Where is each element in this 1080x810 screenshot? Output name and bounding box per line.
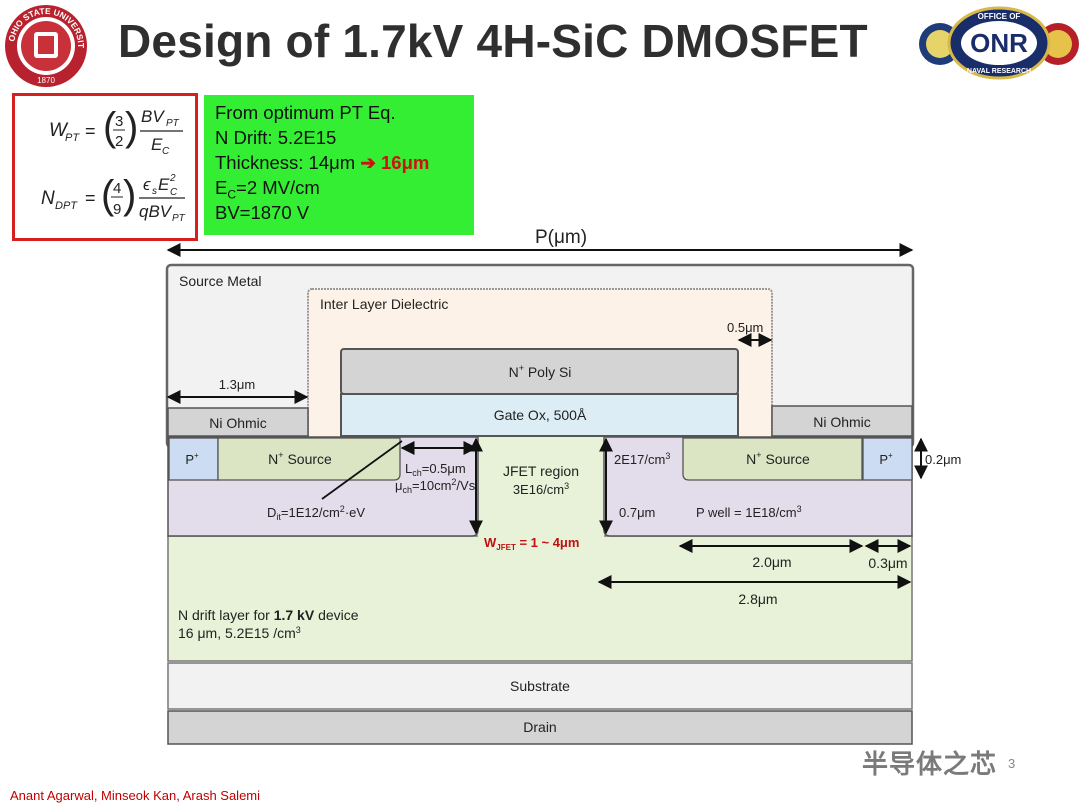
n-plus-source-left-label: N+ Source <box>268 450 332 467</box>
drain-label: Drain <box>523 719 556 735</box>
dim-2-8-label: 2.8μm <box>738 591 777 607</box>
dim-0-3-label: 0.3μm <box>868 555 907 571</box>
ild-width-label: 0.5μm <box>727 320 763 335</box>
drift-label-line-2: 16 μm, 5.2E15 /cm3 <box>178 625 301 641</box>
poly-si-label: N+ Poly Si <box>509 363 572 380</box>
drift-label-line-1: N drift layer for 1.7 kV device <box>178 607 359 623</box>
footer-authors: Anant Agarwal, Minseok Kan, Arash Salemi <box>10 788 261 803</box>
pitch-label: P(μm) <box>535 227 587 248</box>
ild-label: Inter Layer Dielectric <box>320 296 448 312</box>
dmosfet-cross-section: P(μm) Source Metal Inter Layer Dielectri… <box>165 227 961 745</box>
source-depth-label: 0.2μm <box>925 452 961 467</box>
n-plus-source-right-label: N+ Source <box>746 450 810 467</box>
pwell-doping-label: P well = 1E18/cm3 <box>696 504 802 520</box>
jfet-doping-label: 3E16/cm3 <box>513 481 569 497</box>
wechat-watermark: 半导体之芯 <box>862 749 998 779</box>
page-number: 3 <box>1008 756 1016 771</box>
jfet-side-doping-label: 2E17/cm3 <box>614 451 670 467</box>
pwell-depth-label: 0.7μm <box>619 505 655 520</box>
substrate-label: Substrate <box>510 678 570 694</box>
ni-ohmic-right-label: Ni Ohmic <box>813 414 871 430</box>
jfet-region-label: JFET region <box>503 463 579 479</box>
dim-2-0-label: 2.0μm <box>752 554 791 570</box>
gate-oxide-label: Gate Ox, 500Å <box>494 407 587 423</box>
ni-ohmic-left-label: Ni Ohmic <box>209 415 267 431</box>
interface-trap-label: Dit=1E12/cm2·eV <box>267 504 365 522</box>
n-drift-layer <box>167 535 913 662</box>
source-metal-label: Source Metal <box>179 273 261 289</box>
metal-offset-label: 1.3μm <box>219 377 255 392</box>
